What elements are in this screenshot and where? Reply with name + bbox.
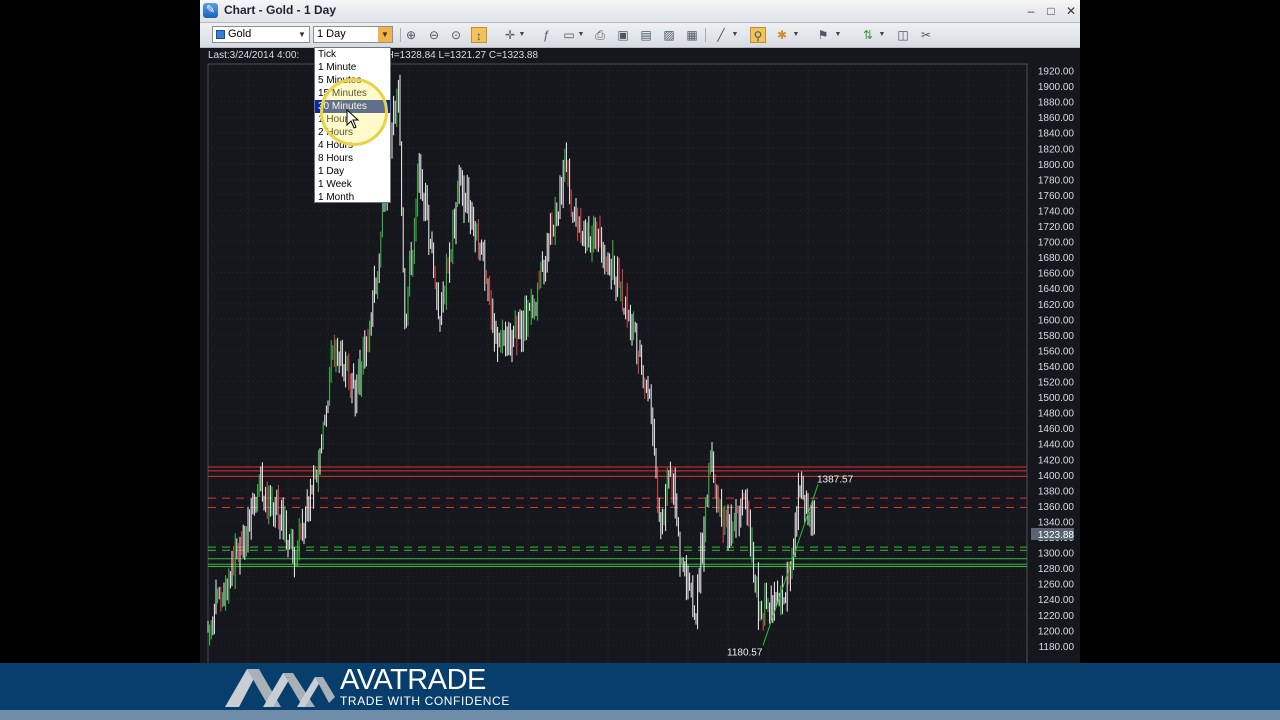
y-tick-label: 1760.00 [1038,191,1075,202]
brand-name: AVATRADE [340,664,486,696]
document-icon[interactable]: ▤ [638,27,654,43]
timeframe-option[interactable]: 1 Week [315,178,390,191]
settings-icon[interactable]: ✂ [918,27,934,43]
tools-icon[interactable]: ✱ [774,27,790,43]
symbol-value: Gold [228,28,252,40]
window-title: Chart - Gold - 1 Day [224,3,337,17]
y-tick-label: 1700.00 [1038,238,1075,249]
y-tick-label: 1600.00 [1038,315,1075,326]
timeframe-option[interactable]: 1 Month [315,191,390,204]
link-icon[interactable]: ⚲ [750,27,766,43]
y-tick-label: 1520.00 [1038,378,1075,389]
y-tick-label: 1560.00 [1038,346,1075,357]
y-tick-label: 1920.00 [1038,67,1075,78]
layout-icon[interactable]: ◫ [895,27,911,43]
y-tick-label: 1540.00 [1038,362,1075,373]
timeframe-select[interactable]: 1 Day ▼ [313,26,393,43]
toolbar-separator [705,28,706,42]
chart-type-icon[interactable]: ▭ [561,27,577,43]
chevron-down-icon[interactable]: ▼ [518,27,526,43]
y-tick-label: 1360.00 [1038,502,1075,513]
low-price-label: 1180.57 [727,647,763,658]
brand-tagline: TRADE WITH CONFIDENCE [340,694,510,708]
timeframe-value: 1 Day [317,28,346,40]
mouse-cursor-icon [346,109,360,129]
banner-stripe [0,710,1280,720]
timeframe-option[interactable]: 8 Hours [315,152,390,165]
symbol-select[interactable]: Gold ▼ [212,26,310,43]
chevron-down-icon[interactable]: ▼ [878,27,886,43]
y-tick-label: 1680.00 [1038,253,1075,264]
y-tick-label: 1340.00 [1038,517,1075,528]
y-tick-label: 1500.00 [1038,393,1075,404]
chart-toolbar: Gold ▼ 1 Day ▼ ⊕ ⊖ ⊙ ↕ ✛ ▼ ƒ ▭ ▼ ⎙ ▣ ▤ ▨… [200,23,1080,48]
y-tick-label: 1640.00 [1038,284,1075,295]
y-tick-label: 1800.00 [1038,160,1075,171]
chevron-down-icon[interactable]: ▼ [731,27,739,43]
y-tick-label: 1180.00 [1039,642,1075,653]
chevron-down-icon[interactable]: ▼ [295,27,309,42]
zoom-in-icon[interactable]: ⊕ [403,27,419,43]
chevron-down-icon[interactable]: ▼ [792,27,800,43]
y-tick-label: 1880.00 [1038,98,1075,109]
avatrade-logo-icon [225,669,335,707]
y-tick-label: 1300.00 [1038,549,1075,560]
pan-icon[interactable]: ↕ [471,27,487,43]
y-tick-label: 1420.00 [1038,455,1075,466]
y-tick-label: 1840.00 [1038,129,1075,140]
current-price-label: 1323.88 [1038,530,1075,541]
minimize-icon[interactable]: – [1022,2,1040,20]
image-icon[interactable]: ▨ [661,27,677,43]
timeframe-option[interactable]: 1 Minute [315,61,390,74]
timeframe-option[interactable]: Tick [315,48,390,61]
y-tick-label: 1240.00 [1038,595,1075,606]
trendline-icon[interactable]: ╱ [713,27,729,43]
y-tick-label: 1260.00 [1038,580,1075,591]
zoom-out-icon[interactable]: ⊖ [426,27,442,43]
y-tick-label: 1380.00 [1038,486,1075,497]
y-tick-label: 1900.00 [1038,82,1075,93]
timeframe-option[interactable]: 1 Day [315,165,390,178]
chevron-down-icon[interactable]: ▼ [834,27,842,43]
y-tick-label: 1580.00 [1038,331,1075,342]
chevron-down-icon[interactable]: ▼ [577,27,585,43]
y-tick-label: 1440.00 [1038,440,1075,451]
y-tick-label: 1200.00 [1038,626,1075,637]
y-tick-label: 1820.00 [1038,144,1075,155]
symbol-icon [216,29,225,39]
y-tick-label: 1480.00 [1038,409,1075,420]
chevron-down-icon[interactable]: ▼ [378,27,392,42]
indicator-icon[interactable]: ƒ [538,27,554,43]
y-tick-label: 1220.00 [1038,611,1075,622]
crosshair-icon[interactable]: ✛ [502,27,518,43]
trend-line [762,484,819,646]
print-icon[interactable]: ⎙ [592,27,608,43]
save-icon[interactable]: ▣ [615,27,631,43]
high-price-label: 1387.57 [817,474,854,485]
y-tick-label: 1620.00 [1038,300,1075,311]
y-tick-label: 1860.00 [1038,113,1075,124]
maximize-icon[interactable]: □ [1042,2,1060,20]
y-tick-label: 1780.00 [1038,175,1075,186]
app-icon: ✎ [203,3,218,18]
zoom-reset-icon[interactable]: ⊙ [448,27,464,43]
y-tick-label: 1280.00 [1038,564,1075,575]
y-tick-label: 1460.00 [1038,424,1075,435]
y-tick-label: 1660.00 [1038,269,1075,280]
export-icon[interactable]: ▦ [684,27,700,43]
y-tick-label: 1400.00 [1038,471,1075,482]
y-tick-label: 1740.00 [1038,206,1075,217]
toolbar-separator [400,28,401,42]
title-bar: ✎ Chart - Gold - 1 Day – □ ✕ [200,0,1080,23]
alert-icon[interactable]: ⚑ [815,27,831,43]
buy-sell-icon[interactable]: ⇅ [860,27,876,43]
y-tick-label: 1720.00 [1038,222,1075,233]
close-icon[interactable]: ✕ [1062,2,1080,20]
